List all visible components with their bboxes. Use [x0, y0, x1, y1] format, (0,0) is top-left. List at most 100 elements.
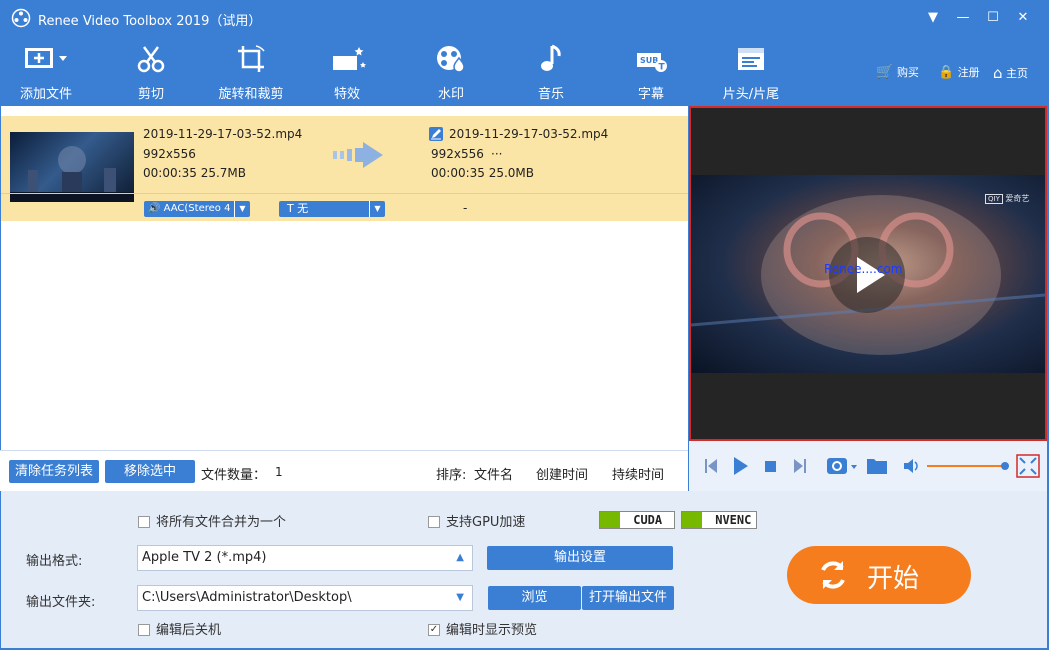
output-settings-button[interactable]: 输出设置: [487, 546, 673, 570]
volume-slider[interactable]: [927, 462, 1009, 470]
clear-list-button[interactable]: 清除任务列表: [9, 460, 99, 483]
toolbar-effects-button[interactable]: 特效: [302, 44, 392, 104]
toolbar-label: 旋转和裁剪: [218, 87, 284, 102]
output-resolution: 992x556: [431, 147, 484, 161]
output-folder-label: 输出文件夹:: [26, 595, 96, 610]
output-folder-value: C:\Users\Administrator\Desktop\: [142, 590, 352, 605]
output-format-value: Apple TV 2 (*.mp4): [142, 550, 267, 565]
chevron-down-icon: ▼: [369, 201, 385, 217]
brand-text: 爱奇艺: [1005, 194, 1030, 203]
list-actions-bar: 清除任务列表 移除选中 文件数量： 1 排序: 文件名 创建时间 持续时间: [0, 450, 688, 491]
sort-by-name[interactable]: 文件名: [474, 464, 513, 483]
gpu-accel-label: 支持GPU加速: [446, 515, 526, 530]
toolbar-label: 字幕: [637, 87, 664, 102]
chevron-down-icon: ▼: [456, 592, 464, 603]
video-thumbnail: [10, 132, 134, 202]
convert-arrow-icon: [333, 142, 383, 168]
home-icon: ⌂: [993, 64, 1003, 82]
chevron-down-icon: ▼: [234, 201, 250, 217]
cuda-badge: CUDA: [599, 511, 675, 529]
sort-by-created[interactable]: 创建时间: [536, 464, 588, 483]
add-file-icon: [25, 48, 67, 68]
register-label: 注册: [957, 66, 980, 79]
video-watermark-text: Renee....com: [824, 262, 903, 276]
preview-panel: Renee....com QIY 爱奇艺: [689, 106, 1047, 441]
folder-icon[interactable]: [867, 459, 887, 474]
toolbar-watermark-button[interactable]: 水印: [406, 44, 496, 104]
nvidia-logo-icon: [682, 512, 702, 528]
toolbar-label: 剪切: [137, 87, 164, 102]
toolbar-add-file-button[interactable]: 添加文件: [1, 44, 91, 104]
file-list: 2019-11-29-17-03-52.mp4 992x556 00:00:35…: [1, 106, 688, 450]
output-duration-size: 00:00:35 25.0MB: [431, 166, 535, 180]
title-bar: Renee Video Toolbox 2019（试用） ▼ — ☐ ✕: [0, 0, 1049, 36]
refresh-icon: [821, 561, 845, 589]
checkbox-box: [428, 515, 440, 528]
browse-button[interactable]: 浏览: [488, 586, 581, 610]
maximize-button[interactable]: ☐: [984, 9, 1002, 27]
toolbar-subtitle-button[interactable]: SUB T 字幕: [606, 44, 696, 104]
toolbar-label: 片头/片尾: [722, 87, 780, 102]
output-file-name: 2019-11-29-17-03-52.mp4: [449, 127, 609, 141]
show-preview-checkbox[interactable]: ✓ 编辑时显示预览: [428, 619, 537, 638]
toolbar-label: 添加文件: [19, 87, 72, 102]
edit-output-icon[interactable]: [429, 127, 443, 141]
iqiyi-logo: QIY: [985, 194, 1003, 204]
output-folder-select[interactable]: C:\Users\Administrator\Desktop\ ▼: [137, 585, 473, 611]
home-link[interactable]: ⌂ 主页: [993, 64, 1028, 82]
buy-link[interactable]: 🛒 购买: [876, 64, 919, 80]
file-count-value: 1: [275, 465, 283, 479]
merge-files-checkbox[interactable]: 将所有文件合并为一个: [138, 511, 286, 530]
output-format-label: 输出格式:: [26, 554, 83, 569]
output-more-button[interactable]: ···: [491, 147, 502, 161]
app-window: Renee Video Toolbox 2019（试用） ▼ — ☐ ✕ 添加文…: [0, 0, 1049, 650]
file-count-label: 文件数量：: [201, 468, 267, 483]
nvenc-label: NVENC: [715, 513, 752, 527]
remove-selected-button[interactable]: 移除选中: [105, 460, 195, 483]
toolbar-music-button[interactable]: 音乐: [506, 44, 596, 104]
start-button[interactable]: 开始: [787, 546, 971, 604]
effects-icon: [333, 47, 366, 70]
volume-icon[interactable]: [904, 459, 918, 473]
fullscreen-icon[interactable]: [1016, 454, 1040, 478]
merge-files-label: 将所有文件合并为一个: [156, 515, 287, 530]
shutdown-after-checkbox[interactable]: 编辑后关机: [138, 619, 221, 638]
gpu-accel-checkbox[interactable]: 支持GPU加速: [428, 511, 525, 530]
output-subtitle-dash: -: [463, 201, 468, 215]
checkbox-box: [138, 623, 150, 636]
stop-icon[interactable]: [765, 461, 776, 472]
sort-by-duration[interactable]: 持续时间: [612, 464, 664, 483]
menu-dropdown-icon[interactable]: ▼: [924, 9, 942, 27]
preview-video[interactable]: Renee....com QIY 爱奇艺: [691, 175, 1045, 373]
main-toolbar: 添加文件 剪切 旋转和裁剪 特效 水印 音乐 SUB T 字幕 片头/片尾 🛒 …: [0, 36, 1049, 106]
toolbar-label: 特效: [333, 87, 360, 102]
close-button[interactable]: ✕: [1014, 9, 1032, 27]
sort-label: 排序:: [436, 468, 467, 483]
file-row[interactable]: 2019-11-29-17-03-52.mp4 992x556 00:00:35…: [1, 116, 688, 221]
subtitle-select[interactable]: T 无 ▼: [279, 201, 385, 217]
nvidia-logo-icon: [600, 512, 620, 528]
shutdown-after-label: 编辑后关机: [156, 623, 222, 638]
audio-track-select[interactable]: 🔊 AAC(Stereo 4 ▼: [144, 201, 250, 217]
source-resolution: 992x556: [143, 147, 196, 161]
camera-icon[interactable]: [827, 458, 857, 474]
source-file-name: 2019-11-29-17-03-52.mp4: [143, 127, 303, 141]
play-icon[interactable]: [734, 457, 748, 475]
show-preview-label: 编辑时显示预览: [446, 623, 538, 638]
start-label: 开始: [867, 564, 920, 594]
music-icon: [541, 44, 561, 71]
crop-rotate-icon: [238, 45, 265, 72]
output-format-select[interactable]: Apple TV 2 (*.mp4) ▲: [137, 545, 473, 571]
toolbar-cut-button[interactable]: 剪切: [106, 44, 196, 104]
skip-forward-icon[interactable]: [794, 459, 806, 473]
toolbar-crop-rotate-button[interactable]: 旋转和裁剪: [206, 44, 296, 104]
register-link[interactable]: 🔒 注册: [938, 64, 980, 80]
lock-icon: 🔒: [938, 64, 955, 80]
open-output-folder-button[interactable]: 打开输出文件: [582, 586, 674, 610]
toolbar-intro-outro-button[interactable]: 片头/片尾: [706, 44, 796, 104]
skip-back-icon[interactable]: [705, 459, 717, 473]
speaker-icon: 🔊: [148, 203, 161, 214]
minimize-button[interactable]: —: [954, 9, 972, 27]
app-logo-icon: [11, 8, 31, 28]
thumbnail-image: [10, 146, 134, 202]
